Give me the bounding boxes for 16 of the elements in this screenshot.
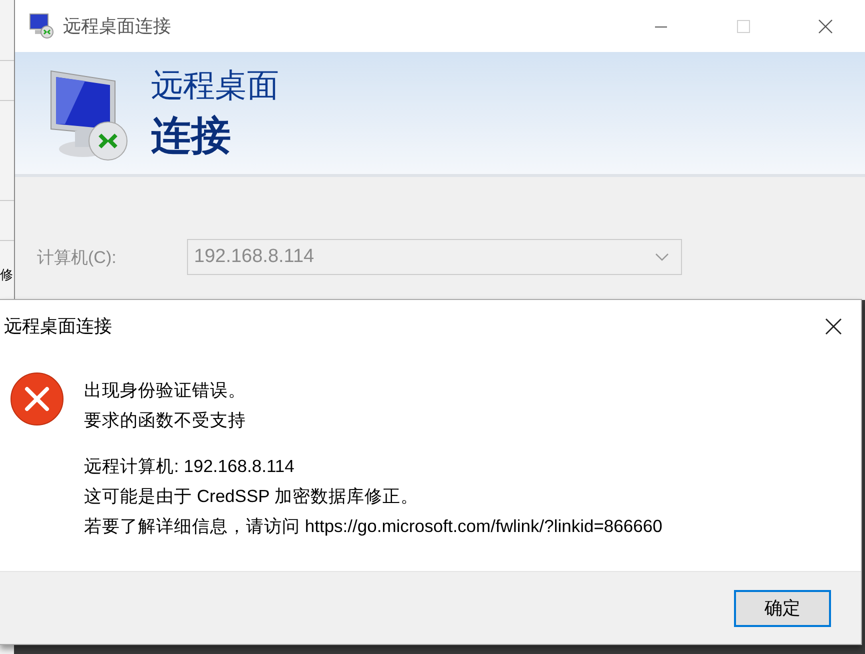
message-text: 远程计算机: 192.168.8.114 [84, 455, 296, 478]
ok-button[interactable]: 确定 [734, 590, 831, 626]
banner-subtitle: 连接 [151, 112, 232, 160]
close-icon[interactable] [818, 18, 832, 34]
message-text: 这可能是由于 CredSSP 加密数据库修正。 [84, 485, 420, 508]
close-icon[interactable] [824, 318, 842, 334]
banner-title: 远程桌面 [151, 66, 279, 104]
message-text: 要求的函数不受支持 [84, 409, 247, 432]
error-icon [10, 372, 64, 426]
message-text: 若要了解详细信息，请访问 https://go.microsoft.com/fwlink/?linkid=866660 [84, 515, 662, 538]
field-label: 计算机(C): [37, 246, 118, 268]
window-title: 远程桌面连接 [63, 15, 172, 38]
message-text: 出现身份验证错误。 [84, 379, 247, 402]
background-text: 修 [0, 268, 13, 282]
dialog-title: 远程桌面连接 [4, 315, 112, 338]
computer-icon [29, 13, 55, 39]
